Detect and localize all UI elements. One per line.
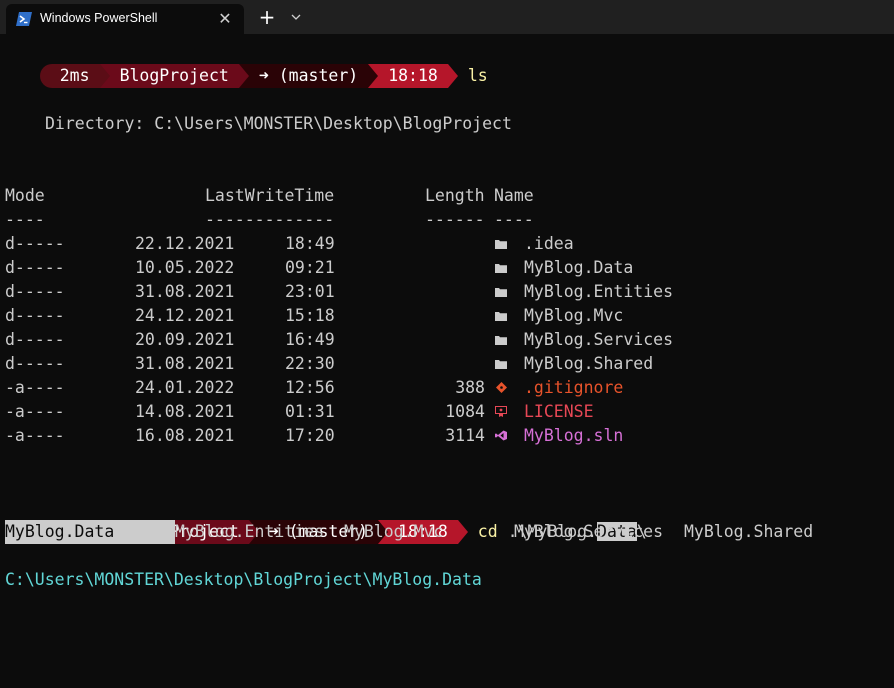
row-date: 31.08.2021	[135, 354, 235, 373]
row-mode: d-----	[5, 282, 65, 301]
row-date: 14.08.2021	[135, 402, 235, 421]
row-name: MyBlog.Data	[524, 258, 634, 277]
table-row: d----- 22.12.2021 18:49 .idea	[0, 232, 894, 256]
git-icon	[494, 376, 508, 400]
row-time: 23:01	[285, 282, 335, 301]
completion-item[interactable]: MyBlog.Mvc	[344, 520, 443, 544]
row-time: 01:31	[285, 402, 335, 421]
license-icon	[494, 400, 508, 424]
table-row: -a---- 14.08.2021 01:31 1084 LICENSE	[0, 400, 894, 424]
prompt-directory: BlogProject	[109, 64, 239, 88]
completion-item[interactable]: MyBlog.Shared	[684, 520, 813, 544]
table-row: -a---- 24.01.2022 12:56 388 .gitignore	[0, 376, 894, 400]
folder-icon	[494, 352, 508, 376]
folder-icon	[494, 328, 508, 352]
row-length: 3114	[445, 426, 485, 445]
row-time: 17:20	[285, 426, 335, 445]
row-length: 1084	[445, 402, 485, 421]
tab-windows-powershell[interactable]: Windows PowerShell ✕	[6, 4, 244, 34]
row-name: MyBlog.sln	[524, 426, 624, 445]
row-time: 12:56	[285, 378, 335, 397]
completion-preview-path: C:\Users\MONSTER\Desktop\BlogProject\MyB…	[5, 570, 482, 589]
completion-menu: MyBlog.Data MyBlog.Entities MyBlog.Mvc M…	[0, 520, 894, 544]
row-length: 388	[455, 378, 485, 397]
row-length	[405, 352, 485, 376]
completion-item[interactable]: MyBlog.Entities	[175, 520, 324, 544]
new-tab-icon[interactable]: +	[256, 6, 278, 28]
table-header-underline: ---- ------------- ------ ----	[5, 210, 534, 229]
completion-item[interactable]: MyBlog.Services	[514, 520, 663, 544]
row-mode: -a----	[5, 426, 65, 445]
row-name: MyBlog.Entities	[524, 282, 674, 301]
close-tab-icon[interactable]: ✕	[214, 8, 236, 30]
folder-icon	[494, 304, 508, 328]
powershell-icon	[16, 12, 32, 26]
header-mode: Mode	[5, 186, 45, 205]
row-time: 18:49	[285, 234, 335, 253]
row-mode: d-----	[5, 354, 65, 373]
table-row: d----- 10.05.2022 09:21 MyBlog.Data	[0, 256, 894, 280]
row-length	[405, 280, 485, 304]
prompt-duration: 2ms	[39, 64, 100, 88]
folder-icon	[494, 232, 508, 256]
table-header: Mode LastWriteTime Length Name	[0, 184, 894, 208]
table-row: d----- 20.09.2021 16:49 MyBlog.Services	[0, 328, 894, 352]
row-date: 16.08.2021	[135, 426, 235, 445]
prompt-time: 18:18	[378, 64, 448, 88]
folder-icon	[494, 256, 508, 280]
header-lastwritetime: LastWriteTime	[205, 186, 335, 205]
table-row: d----- 31.08.2021 22:30 MyBlog.Shared	[0, 352, 894, 376]
prompt-line-2: 44msBlogProject➜ (master)18:18cd .\MyBlo…	[0, 496, 647, 544]
row-date: 20.09.2021	[135, 330, 235, 349]
row-name: .gitignore	[524, 378, 624, 397]
row-name: LICENSE	[524, 402, 594, 421]
tab-title: Windows PowerShell	[40, 11, 158, 25]
row-time: 22:30	[285, 354, 335, 373]
header-name: Name	[494, 186, 534, 205]
tab-bar: Windows PowerShell ✕ +	[0, 0, 894, 34]
row-name: MyBlog.Shared	[524, 354, 654, 373]
command-text: ls	[467, 66, 488, 85]
row-time: 09:21	[285, 258, 335, 277]
row-mode: -a----	[5, 378, 65, 397]
row-length	[405, 304, 485, 328]
completion-item-selected[interactable]: MyBlog.Data	[5, 520, 175, 544]
row-date: 31.08.2021	[135, 282, 235, 301]
row-time: 16:49	[285, 330, 335, 349]
row-date: 24.12.2021	[135, 306, 235, 325]
prompt-line-1: 2ms BlogProject ➜ (master) 18:18 ls	[0, 40, 488, 88]
row-length	[405, 256, 485, 280]
chevron-down-icon[interactable]	[286, 6, 306, 28]
row-name: .idea	[524, 234, 574, 253]
row-length	[405, 232, 485, 256]
table-row: d----- 31.08.2021 23:01 MyBlog.Entities	[0, 280, 894, 304]
row-mode: -a----	[5, 402, 65, 421]
table-row: -a---- 16.08.2021 17:20 3114 MyBlog.sln	[0, 424, 894, 448]
table-row: d----- 24.12.2021 15:18 MyBlog.Mvc	[0, 304, 894, 328]
row-time: 15:18	[285, 306, 335, 325]
header-length: Length	[425, 186, 485, 205]
row-mode: d-----	[5, 306, 65, 325]
row-mode: d-----	[5, 330, 65, 349]
visual-studio-icon	[494, 424, 508, 448]
row-date: 22.12.2021	[135, 234, 235, 253]
row-length	[405, 328, 485, 352]
directory-line: Directory: C:\Users\MONSTER\Desktop\Blog…	[45, 114, 512, 133]
row-date: 10.05.2022	[135, 258, 235, 277]
row-mode: d-----	[5, 258, 65, 277]
row-name: MyBlog.Services	[524, 330, 674, 349]
prompt-git-branch: ➜ (master)	[248, 64, 369, 88]
row-date: 24.01.2022	[135, 378, 235, 397]
row-mode: d-----	[5, 234, 65, 253]
terminal-pane[interactable]: 2ms BlogProject ➜ (master) 18:18 ls Director…	[0, 34, 894, 610]
folder-icon	[494, 280, 508, 304]
row-name: MyBlog.Mvc	[524, 306, 624, 325]
